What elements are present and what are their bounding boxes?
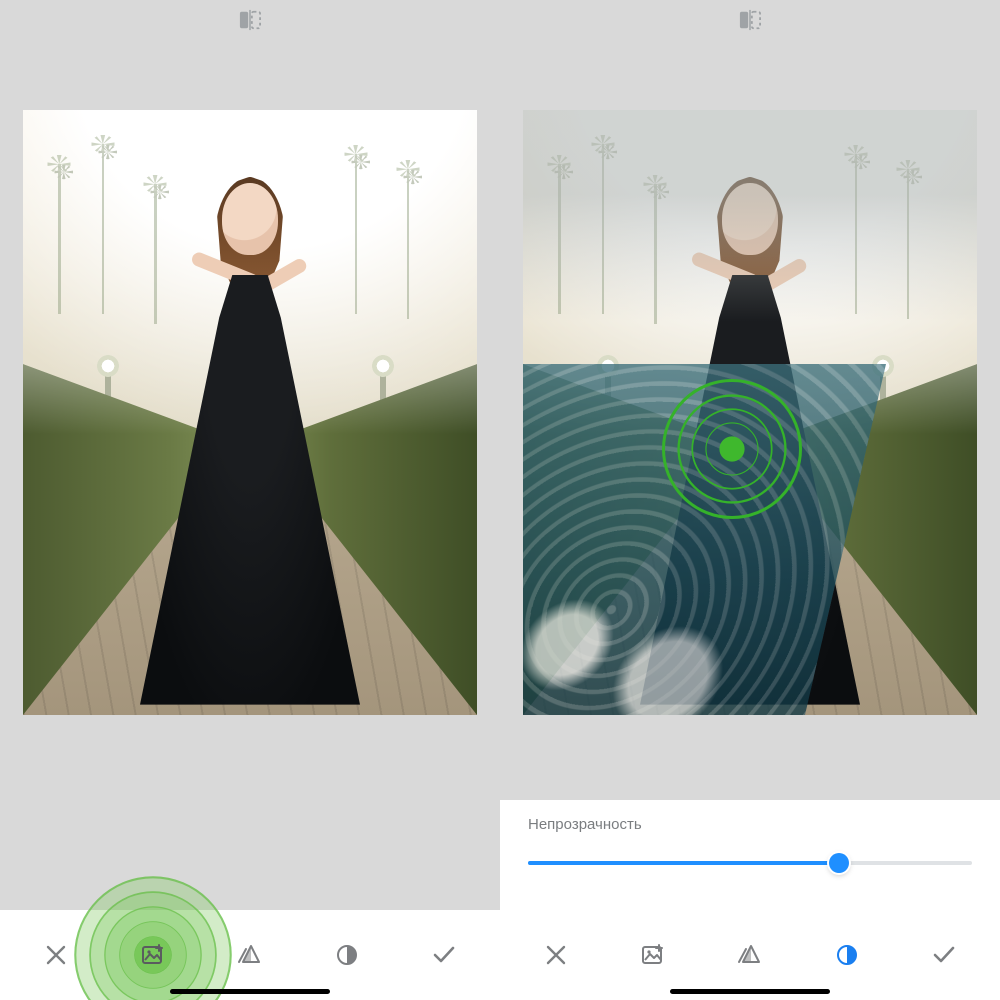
add-image-button[interactable] [629,931,677,979]
apply-button[interactable] [920,931,968,979]
home-indicator [670,989,830,994]
bottom-toolbar [0,910,500,1000]
left-screen [0,0,500,1000]
opacity-button[interactable] [323,931,371,979]
opacity-slider[interactable] [528,861,972,865]
opacity-panel: Непрозрачность [500,800,1000,910]
compare-icon[interactable] [235,8,265,32]
compare-icon[interactable] [735,8,765,32]
styles-button[interactable] [226,931,274,979]
close-button[interactable] [32,931,80,979]
home-indicator [170,989,330,994]
opacity-label: Непрозрачность [528,816,972,833]
opacity-button[interactable] [823,931,871,979]
editor-canvas[interactable] [523,110,977,715]
bottom-toolbar [500,910,1000,1000]
styles-button[interactable] [726,931,774,979]
right-screen: Непрозрачность [500,0,1000,1000]
editor-canvas[interactable] [23,110,477,715]
close-button[interactable] [532,931,580,979]
add-image-button[interactable] [129,931,177,979]
apply-button[interactable] [420,931,468,979]
